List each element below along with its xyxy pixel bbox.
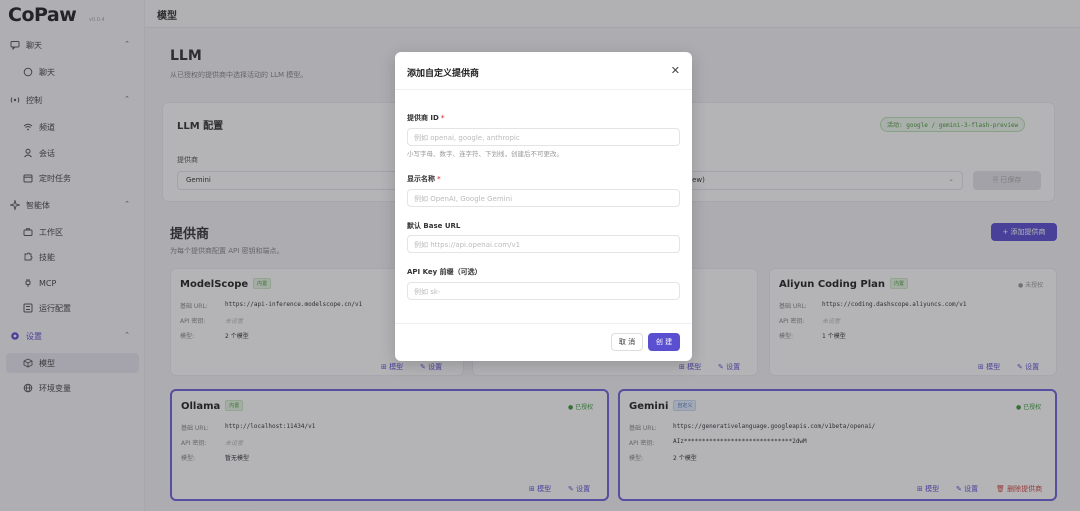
display-name-label: 显示名称 * bbox=[407, 174, 441, 184]
modal-divider bbox=[395, 89, 692, 90]
modal-title: 添加自定义提供商 bbox=[407, 69, 480, 79]
base-url-field-label: 默认 Base URL bbox=[407, 222, 461, 230]
provider-id-input[interactable]: 例如 openai, google, anthropic bbox=[407, 128, 680, 146]
add-custom-provider-modal: 添加自定义提供商 ✕ 提供商 ID * 例如 openai, google, an… bbox=[395, 52, 692, 361]
modal-footer-divider bbox=[395, 323, 692, 324]
close-icon[interactable]: ✕ bbox=[671, 64, 680, 77]
api-key-prefix-label: API Key 前缀（可选） bbox=[407, 268, 482, 276]
required-mark: * bbox=[437, 175, 441, 183]
provider-id-label-text: 提供商 ID bbox=[407, 114, 439, 122]
display-name-label-text: 显示名称 bbox=[407, 175, 435, 183]
base-url-input[interactable]: 例如 https://api.openai.com/v1 bbox=[407, 235, 680, 253]
display-name-input[interactable]: 例如 OpenAI, Google Gemini bbox=[407, 189, 680, 207]
provider-id-label: 提供商 ID * bbox=[407, 113, 445, 123]
api-key-prefix-input[interactable]: 例如 sk- bbox=[407, 282, 680, 300]
create-button[interactable]: 创 建 bbox=[648, 333, 680, 351]
required-mark: * bbox=[440, 114, 445, 122]
cancel-button[interactable]: 取 消 bbox=[611, 333, 643, 351]
provider-id-help: 小写字母、数字、连字符、下划线，创建后不可更改。 bbox=[407, 150, 563, 158]
